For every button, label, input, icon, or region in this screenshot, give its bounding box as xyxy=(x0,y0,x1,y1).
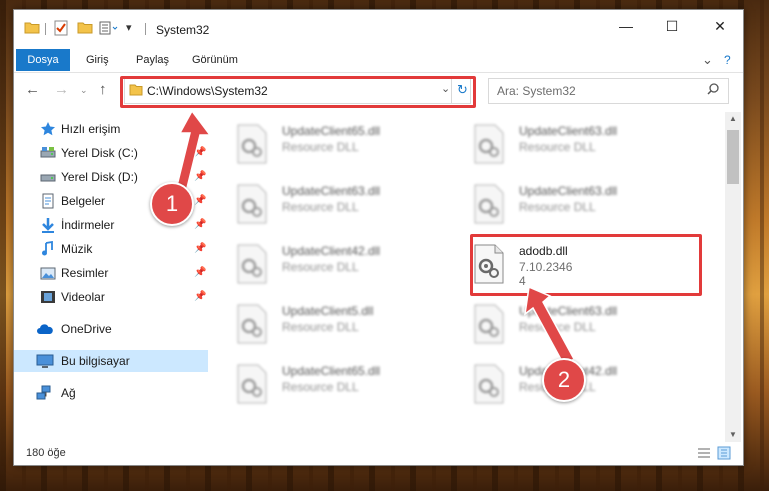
arrow-2 xyxy=(523,285,576,367)
annotation-arrows xyxy=(173,109,576,367)
step-2-badge: 2 xyxy=(542,358,586,402)
step-1-badge: 1 xyxy=(150,182,194,226)
file-explorer-window: ▾ System32 — ☐ ✕ Dosya Giriş Paylaş Görü… xyxy=(13,9,744,466)
